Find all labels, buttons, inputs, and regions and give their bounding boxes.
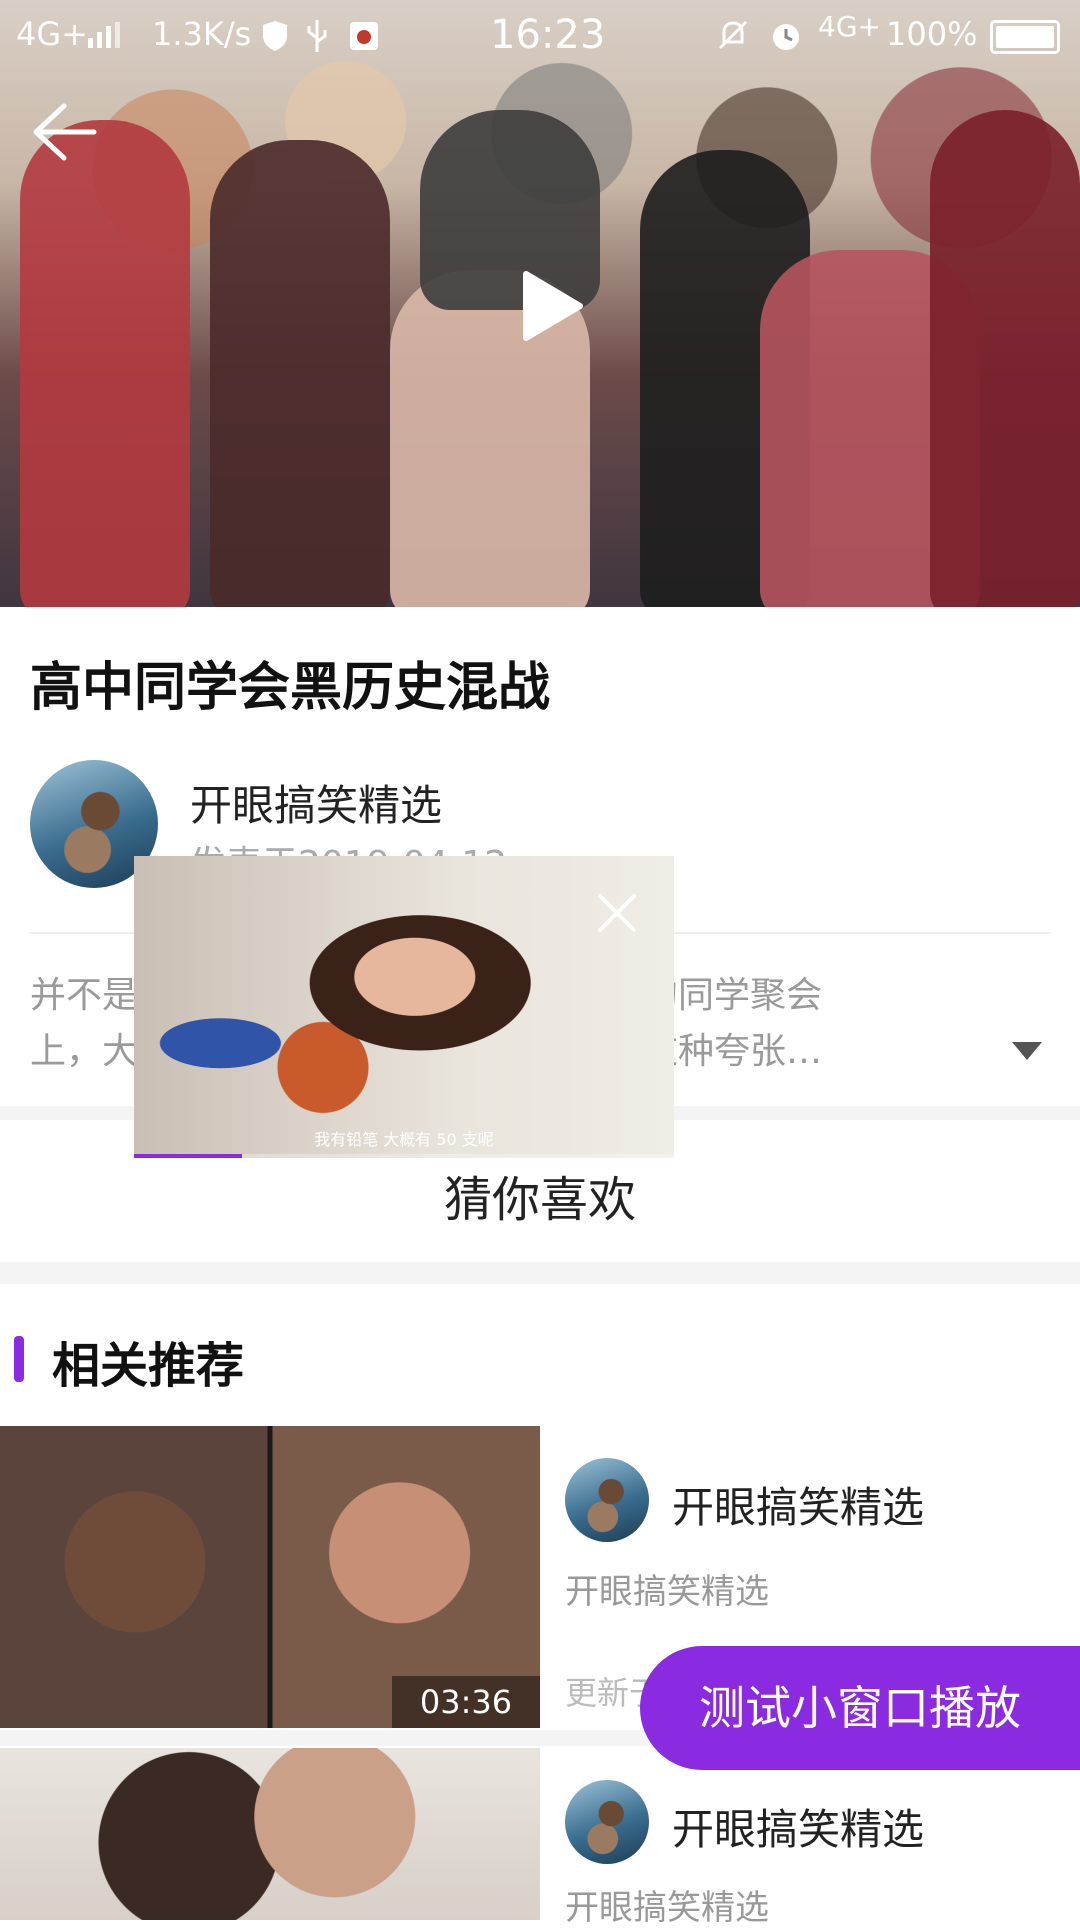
hero-figure (210, 140, 390, 607)
section-gap (0, 1262, 1080, 1284)
alarm-icon (773, 24, 799, 50)
hero-figure (930, 110, 1080, 607)
mini-player-subtitle: 我有铅笔 大概有 50 支呢 (314, 1130, 494, 1149)
guess-you-like-heading[interactable]: 猜你喜欢 (0, 1160, 1080, 1230)
section-accent-bar (14, 1336, 24, 1382)
mini-player-progress-fill (134, 1154, 242, 1158)
shield-check-icon (263, 21, 287, 51)
video-player[interactable] (0, 0, 1080, 607)
usb-icon (307, 20, 327, 52)
expand-arrow-icon[interactable] (1010, 1040, 1044, 1062)
video-title: 高中同学会黑历史混战 (30, 658, 551, 718)
recommendation-author: 开眼搞笑精选 (672, 1483, 925, 1532)
recommendation-subtitle: 开眼搞笑精选 (565, 1888, 769, 1928)
duration-badge: 03:36 (392, 1676, 540, 1728)
recommendation-subtitle: 开眼搞笑精选 (565, 1572, 769, 1612)
net-speed: 1.3K/s (152, 15, 252, 53)
hero-figure (20, 120, 190, 607)
mini-player[interactable]: 我有铅笔 大概有 50 支呢 (134, 856, 674, 1158)
mini-window-play-button[interactable]: 测试小窗口播放 (640, 1646, 1080, 1770)
status-bar: 4G+ 1.3K/s 16:23 4G+ 100% (0, 0, 1080, 72)
author-avatar (565, 1780, 649, 1864)
battery-level: 100% (886, 15, 978, 53)
mini-player-progress[interactable] (134, 1154, 674, 1158)
signal-icon (88, 22, 120, 48)
author-avatar (565, 1458, 649, 1542)
network-type: 4G+ (16, 15, 88, 53)
network-type-right: 4G+ (818, 10, 881, 43)
recommendation-author: 开眼搞笑精选 (672, 1805, 925, 1854)
mute-icon (718, 20, 748, 50)
clock: 16:23 (490, 12, 606, 58)
video-thumbnail[interactable]: 03:36 (0, 1426, 540, 1728)
close-icon[interactable] (596, 892, 638, 934)
battery-icon (990, 20, 1060, 54)
author-name[interactable]: 开眼搞笑精选 (190, 772, 442, 833)
play-icon[interactable] (520, 270, 584, 342)
back-arrow-icon[interactable] (28, 100, 98, 164)
section-title: 相关推荐 (52, 1338, 245, 1394)
debug-icon (350, 22, 378, 50)
video-thumbnail[interactable] (0, 1748, 540, 1920)
